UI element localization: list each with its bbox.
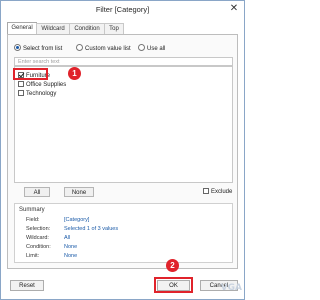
summary-row-limit: Limit: None (26, 253, 77, 259)
summary-key: Condition: (26, 244, 51, 250)
custom-value-list-option[interactable]: Custom value list (76, 44, 131, 52)
checkbox-office-supplies[interactable] (18, 81, 24, 87)
select-from-list-option[interactable]: Select from list (14, 44, 62, 52)
step-2-badge: 2 (166, 259, 179, 272)
none-button[interactable]: None (64, 187, 94, 197)
custom-value-list-radio[interactable] (76, 44, 83, 51)
summary-value: None (64, 253, 78, 259)
all-button[interactable]: All (24, 187, 50, 197)
tab-top[interactable]: Top (104, 23, 124, 34)
summary-key: Selection: (26, 226, 51, 232)
summary-value: Selected 1 of 3 values (64, 226, 119, 232)
summary-section: Summary Field: [Category] Selection: Selec… (14, 203, 233, 263)
select-from-list-label: Select from list (23, 46, 63, 52)
furniture-highlight-box (13, 68, 48, 80)
summary-value: [Category] (64, 217, 90, 223)
summary-key: Limit: (26, 253, 40, 259)
search-input[interactable]: Enter search text (14, 57, 233, 66)
summary-title: Summary (19, 207, 45, 213)
tab-condition[interactable]: Condition (69, 23, 105, 34)
dialog-title: Filter [Category] (95, 5, 150, 14)
list-item-office-supplies[interactable]: Office Supplies (18, 81, 66, 89)
exclude-label: Exclude (211, 189, 233, 195)
summary-value: All (64, 235, 71, 241)
close-icon[interactable]: ✕ (229, 4, 239, 14)
step-1-badge: 1 (68, 67, 81, 80)
summary-row-field: Field: [Category] (26, 217, 89, 223)
use-all-label: Use all (147, 46, 166, 52)
summary-value: None (64, 244, 78, 250)
summary-row-wildcard: Wildcard: All (26, 235, 70, 241)
tab-wildcard[interactable]: Wildcard (36, 23, 70, 34)
use-all-radio[interactable] (138, 44, 145, 51)
list-item-technology[interactable]: Technology (18, 90, 56, 98)
summary-key: Wildcard: (26, 235, 49, 241)
title-bar: Filter [Category] ✕ (1, 1, 244, 18)
custom-value-list-label: Custom value list (85, 46, 131, 52)
values-list[interactable]: Furniture Office Supplies Technology (14, 66, 233, 183)
list-item-label: Office Supplies (26, 82, 67, 88)
exclude-checkbox[interactable] (203, 188, 209, 194)
summary-row-condition: Condition: None (26, 244, 77, 250)
ok-highlight-box (154, 277, 193, 293)
list-item-label: Technology (26, 91, 57, 97)
select-from-list-radio[interactable] (14, 44, 21, 51)
summary-key: Field: (26, 217, 40, 223)
reset-button[interactable]: Reset (10, 280, 44, 291)
exclude-option[interactable]: Exclude (203, 188, 232, 195)
summary-row-selection: Selection: Selected 1 of 3 values (26, 226, 118, 232)
watermark-logo: VGA (220, 283, 242, 293)
checkbox-technology[interactable] (18, 90, 24, 96)
filter-dialog: Filter [Category] ✕ General Wildcard Con… (0, 0, 245, 300)
use-all-option[interactable]: Use all (138, 44, 165, 52)
